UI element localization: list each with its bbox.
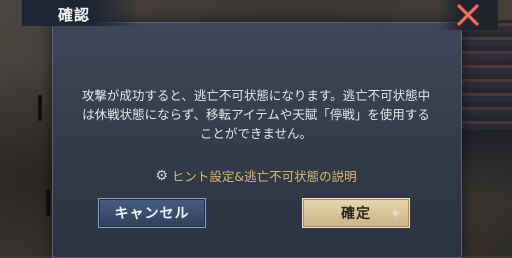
cancel-button-label: キャンセル [114, 206, 190, 222]
background-figure [38, 95, 42, 121]
hint-settings-label: ヒント設定&逃亡不可状態の説明 [171, 169, 357, 184]
ornament-icon: ✦ [388, 204, 403, 223]
confirm-button-label: 確定 [341, 206, 371, 222]
close-x-icon [457, 4, 479, 26]
confirm-button[interactable]: 確定 ✦ [302, 198, 410, 228]
dialog-title-bar: 確認 [22, 0, 140, 26]
close-button[interactable] [438, 0, 498, 30]
cancel-button[interactable]: キャンセル [98, 198, 206, 228]
hint-settings-link[interactable]: ⚙ ヒント設定&逃亡不可状態の説明 [0, 166, 512, 185]
dialog-message: 攻撃が成功すると、逃亡不可状態になります。逃亡不可状態中は休戦状態にならず、移転… [81, 88, 431, 141]
background-building [456, 20, 512, 130]
gear-icon: ⚙ [155, 167, 168, 184]
dialog-title: 確認 [58, 6, 91, 24]
background-figure [46, 190, 50, 216]
